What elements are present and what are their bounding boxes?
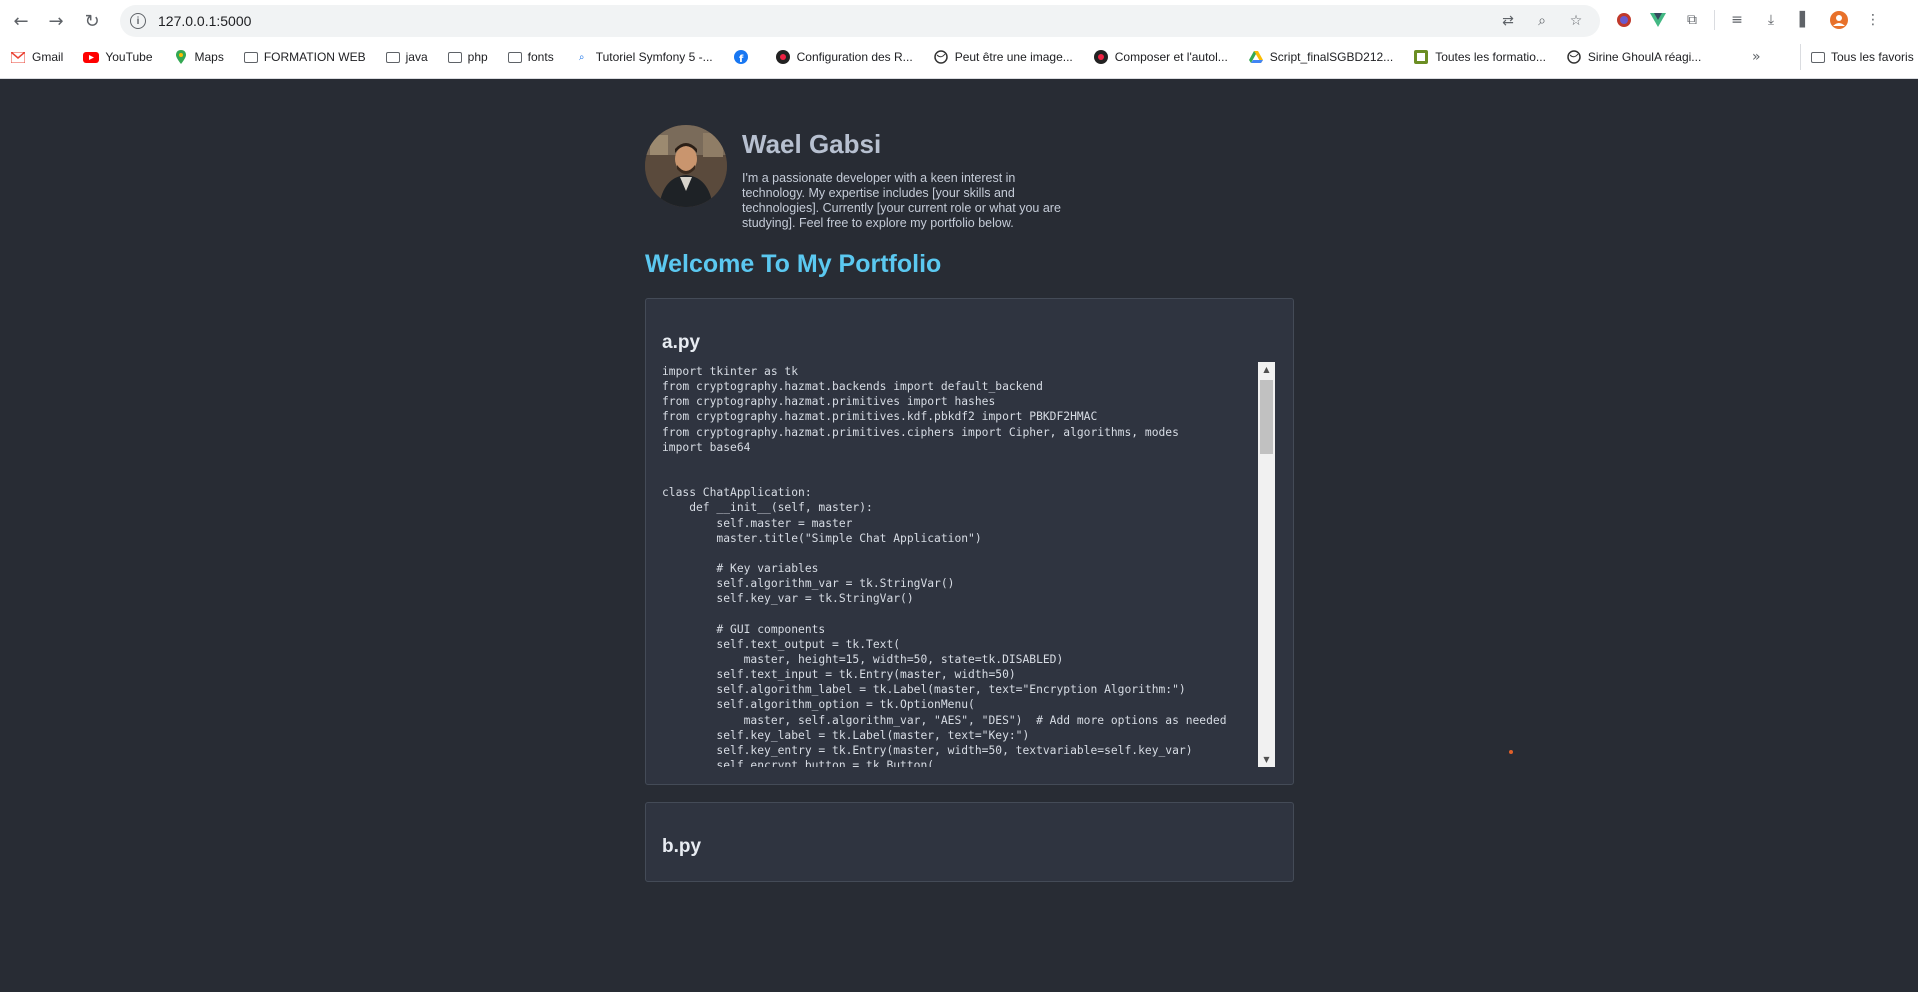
bookmark-facebook[interactable]: f xyxy=(733,50,755,64)
code-block: import tkinter as tk from cryptography.h… xyxy=(662,365,1227,767)
browser-chrome: ← → ↻ i 127.0.0.1:5000 ⇄ ⌕ ☆ ⧉ ≡ ⤓ ▌ ⋮ G… xyxy=(0,0,1918,79)
cursor-dot xyxy=(1509,750,1513,754)
file-name: b.py xyxy=(662,836,702,857)
facebook-icon: f xyxy=(733,50,749,64)
bookmark-maps[interactable]: Maps xyxy=(173,50,224,64)
folder-icon xyxy=(1811,51,1825,63)
maps-icon xyxy=(173,50,189,64)
bookmark-youtube[interactable]: YouTube xyxy=(83,50,153,64)
address-bar[interactable]: i 127.0.0.1:5000 ⇄ ⌕ ☆ xyxy=(120,5,1600,37)
scroll-up-arrow-icon[interactable]: ▲ xyxy=(1258,362,1275,377)
bookmark-star-icon[interactable]: ☆ xyxy=(1566,12,1586,30)
bookmarks-bar: Gmail YouTube Maps FORMATION WEB java ph… xyxy=(0,44,1918,70)
bookmark-tutoriel-symfony[interactable]: ⌕ Tutoriel Symfony 5 -... xyxy=(574,50,713,64)
reload-icon[interactable]: ↻ xyxy=(79,8,105,34)
bookmark-script-final[interactable]: Script_finalSGBD212... xyxy=(1248,50,1393,64)
bookmark-composer[interactable]: Composer et l'autol... xyxy=(1093,50,1228,64)
extension-vue-icon[interactable] xyxy=(1646,8,1670,32)
page-title: Welcome To My Portfolio xyxy=(645,250,942,278)
downloads-icon[interactable]: ⤓ xyxy=(1759,8,1783,32)
bookmark-formation-web[interactable]: FORMATION WEB xyxy=(243,50,366,64)
globe-icon xyxy=(933,50,949,64)
address-url[interactable]: 127.0.0.1:5000 xyxy=(158,13,251,29)
file-name: a.py xyxy=(662,332,701,353)
forward-arrow-icon[interactable]: → xyxy=(43,8,69,34)
menu-kebab-icon[interactable]: ⋮ xyxy=(1861,8,1885,32)
site-info-icon[interactable]: i xyxy=(130,13,146,29)
side-panel-icon[interactable]: ▌ xyxy=(1793,8,1817,32)
svg-text:f: f xyxy=(739,54,744,64)
code-viewer[interactable]: import tkinter as tk from cryptography.h… xyxy=(662,362,1275,767)
youtube-icon xyxy=(83,50,100,64)
site-icon xyxy=(1413,50,1429,64)
profile-bio: I'm a passionate developer with a keen i… xyxy=(742,171,1061,230)
scrollbar-thumb[interactable] xyxy=(1260,380,1273,454)
folder-icon xyxy=(243,51,258,63)
site-icon xyxy=(1093,50,1109,64)
toolbar-divider xyxy=(1714,10,1715,30)
file-card: a.py import tkinter as tk from cryptogra… xyxy=(645,298,1294,785)
profile-avatar-icon[interactable] xyxy=(1827,8,1851,32)
bookmark-toutes-formations[interactable]: Toutes les formatio... xyxy=(1413,50,1546,64)
site-icon xyxy=(775,50,791,64)
bookmarks-overflow-icon[interactable]: » xyxy=(1752,49,1761,65)
extensions-puzzle-icon[interactable]: ⧉ xyxy=(1680,8,1704,32)
folder-icon xyxy=(385,51,400,63)
bookmark-sirine[interactable]: Sirine GhoulA réagi... xyxy=(1566,50,1701,64)
bookmark-gmail[interactable]: Gmail xyxy=(10,50,63,64)
browser-toolbar: ← → ↻ i 127.0.0.1:5000 ⇄ ⌕ ☆ ⧉ ≡ ⤓ ▌ ⋮ xyxy=(0,0,1918,42)
page-content: Wael Gabsi I'm a passionate developer wi… xyxy=(0,80,1918,992)
folder-icon xyxy=(507,51,522,63)
folder-icon xyxy=(447,51,462,63)
bookmark-peut-etre[interactable]: Peut être une image... xyxy=(933,50,1073,64)
translate-icon[interactable]: ⇄ xyxy=(1498,12,1518,30)
scroll-down-arrow-icon[interactable]: ▼ xyxy=(1258,752,1275,767)
extension-color-icon[interactable] xyxy=(1612,8,1636,32)
bookmark-php[interactable]: php xyxy=(447,50,488,64)
bookmark-java[interactable]: java xyxy=(385,50,428,64)
media-queue-icon[interactable]: ≡ xyxy=(1725,8,1749,32)
bookmark-configuration[interactable]: Configuration des R... xyxy=(775,50,913,64)
drive-icon xyxy=(1248,50,1264,64)
gmail-icon xyxy=(10,50,26,64)
back-arrow-icon[interactable]: ← xyxy=(8,8,34,34)
code-scrollbar[interactable]: ▲ ▼ xyxy=(1258,362,1275,767)
profile-name: Wael Gabsi xyxy=(742,129,882,159)
search-icon: ⌕ xyxy=(578,51,585,63)
bookmark-fonts[interactable]: fonts xyxy=(507,50,554,64)
globe-icon xyxy=(1566,50,1582,64)
file-card: b.py xyxy=(645,802,1294,882)
zoom-icon[interactable]: ⌕ xyxy=(1532,12,1552,30)
avatar xyxy=(645,125,727,207)
all-bookmarks[interactable]: Tous les favoris xyxy=(1800,44,1914,70)
